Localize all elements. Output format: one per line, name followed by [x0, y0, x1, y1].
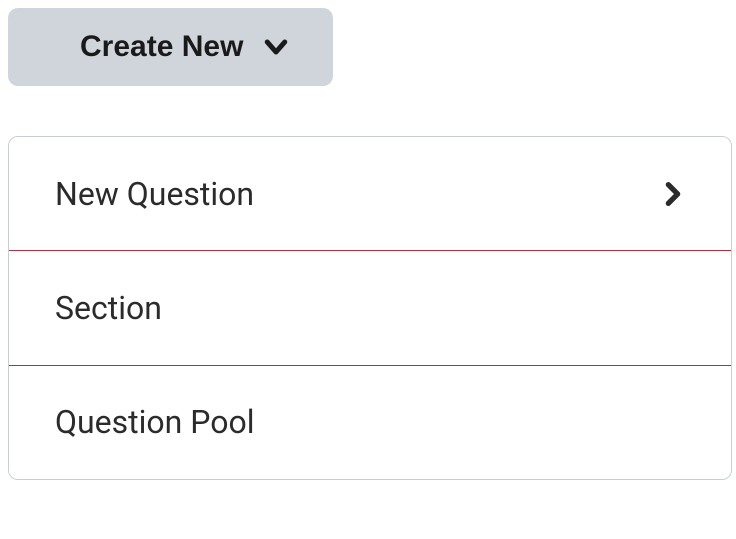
create-new-dropdown: New Question Section Question Pool: [8, 136, 732, 480]
chevron-right-icon: [659, 180, 687, 208]
create-new-label: Create New: [80, 30, 243, 64]
menu-item-label: New Question: [55, 175, 254, 213]
chevron-down-icon: [261, 32, 291, 62]
menu-item-label: Question Pool: [55, 403, 255, 441]
menu-item-question-pool[interactable]: Question Pool: [9, 365, 731, 479]
menu-item-label: Section: [55, 289, 162, 327]
menu-item-section[interactable]: Section: [8, 250, 732, 366]
menu-item-new-question[interactable]: New Question: [9, 137, 731, 251]
create-new-button[interactable]: Create New: [8, 8, 333, 86]
